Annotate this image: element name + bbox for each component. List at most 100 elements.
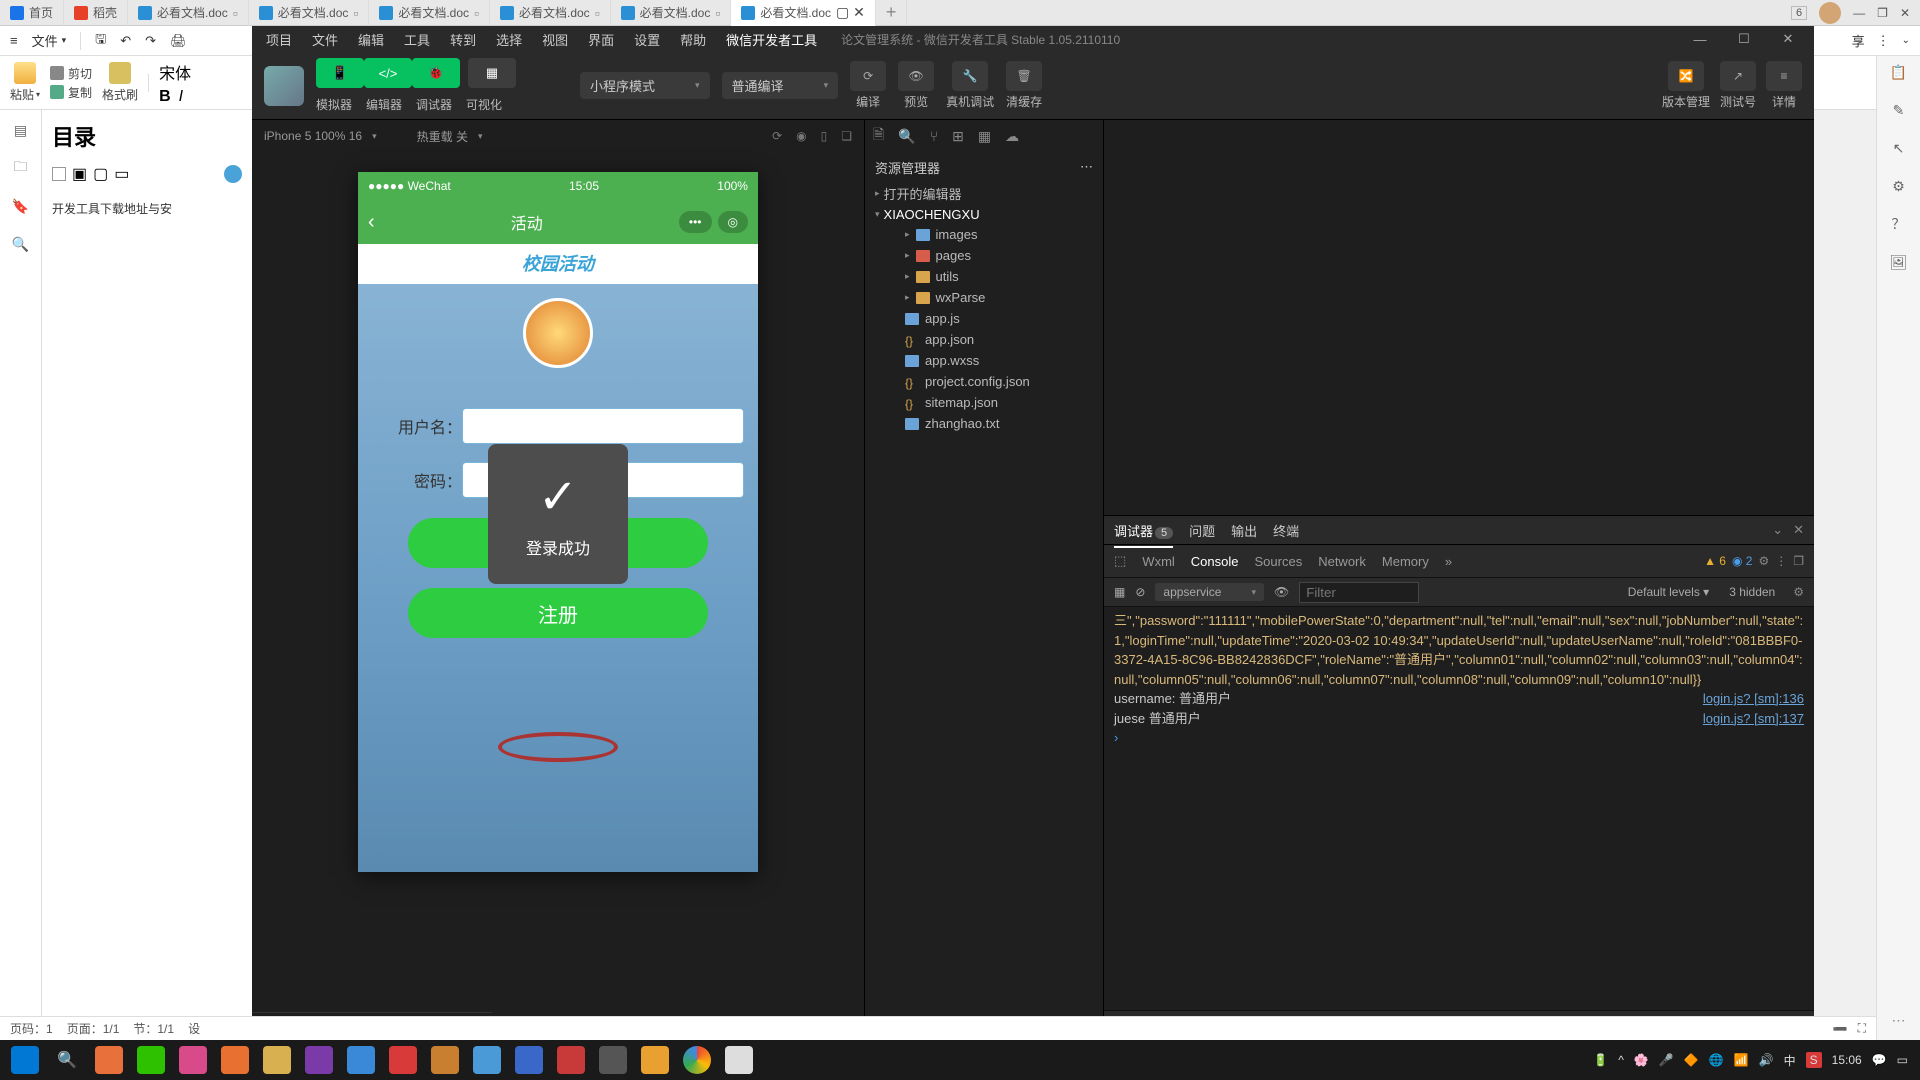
- editor-toggle[interactable]: </>: [364, 58, 412, 88]
- device-select[interactable]: iPhone 5 100% 16: [264, 129, 362, 143]
- tray-lang[interactable]: 中: [1784, 1052, 1796, 1069]
- eye-icon[interactable]: 👁: [1274, 585, 1289, 599]
- warning-count[interactable]: ▲ 6: [1704, 554, 1726, 568]
- devtab-console[interactable]: Console: [1191, 550, 1239, 573]
- file-project-config[interactable]: {}project.config.json: [865, 371, 1103, 392]
- font-select[interactable]: 宋体: [159, 60, 191, 84]
- tab-doc-2[interactable]: 必看文档.doc▫: [249, 0, 370, 26]
- menu-select[interactable]: 选择: [486, 30, 532, 49]
- taskbar-app-4[interactable]: [298, 1040, 340, 1080]
- phone-close-capsule[interactable]: ◎: [718, 211, 748, 233]
- expand-icon[interactable]: ▣: [72, 164, 87, 184]
- console-sidebar-icon[interactable]: ▦: [1114, 585, 1125, 599]
- outline-item[interactable]: 开发工具下载地址与安: [52, 200, 242, 217]
- taskbar-app-9[interactable]: [508, 1040, 550, 1080]
- username-input[interactable]: [462, 408, 744, 444]
- menu-project[interactable]: 项目: [256, 30, 302, 49]
- more-options-icon[interactable]: ⋯: [1889, 1010, 1909, 1030]
- version-mgmt-button[interactable]: 🔀: [1668, 61, 1704, 91]
- console-link-2[interactable]: login.js? [sm]:137: [1703, 709, 1804, 729]
- clear-console-icon[interactable]: ⊘: [1135, 585, 1145, 599]
- menu-edit[interactable]: 编辑: [348, 30, 394, 49]
- fullscreen-icon[interactable]: ⛶: [1858, 1021, 1866, 1036]
- save-icon[interactable]: 🖫: [95, 30, 106, 52]
- taskbar-app-7[interactable]: [424, 1040, 466, 1080]
- tray-volume-icon[interactable]: 🔊: [1759, 1053, 1774, 1067]
- tab-problems[interactable]: 问题: [1189, 521, 1215, 540]
- tab-dockershell[interactable]: 稻壳: [64, 0, 128, 26]
- file-app-json[interactable]: {}app.json: [865, 329, 1103, 350]
- zoom-out-icon[interactable]: ➖: [1833, 1022, 1848, 1036]
- more-tabs-icon[interactable]: »: [1445, 554, 1452, 569]
- console-gear-icon[interactable]: ⚙: [1793, 585, 1804, 599]
- compile-dropdown[interactable]: 普通编译▾: [722, 72, 839, 99]
- tray-action-center-icon[interactable]: ▭: [1897, 1053, 1908, 1067]
- file-app-wxss[interactable]: app.wxss: [865, 350, 1103, 371]
- tab-terminal[interactable]: 终端: [1273, 521, 1299, 540]
- taskbar-app-8[interactable]: [466, 1040, 508, 1080]
- menu-help[interactable]: 帮助: [670, 30, 716, 49]
- format-painter-button[interactable]: 格式刷: [102, 62, 138, 103]
- folder-utils[interactable]: ▸utils: [865, 266, 1103, 287]
- filter-input[interactable]: [1299, 582, 1419, 603]
- explorer-git-icon[interactable]: ⑂: [930, 128, 938, 144]
- menu-wechat-devtools[interactable]: 微信开发者工具: [716, 30, 827, 49]
- clear-cache-button[interactable]: 🗑: [1006, 61, 1042, 91]
- italic-button[interactable]: I: [179, 88, 183, 106]
- explorer-more-icon[interactable]: ⋯: [1080, 159, 1093, 175]
- taskbar-app-5[interactable]: [340, 1040, 382, 1080]
- project-root[interactable]: ▾XIAOCHENGXU: [865, 205, 1103, 224]
- details-button[interactable]: ≡: [1766, 61, 1802, 91]
- copy-button[interactable]: 复制: [50, 84, 92, 101]
- help-icon[interactable]: ？: [1889, 214, 1909, 234]
- undo-icon[interactable]: ↶: [120, 33, 131, 49]
- folder-icon[interactable]: 🗀: [11, 158, 31, 178]
- gear-icon[interactable]: ⚙: [1758, 554, 1769, 568]
- hot-reload-select[interactable]: 热重载 关: [417, 128, 468, 145]
- close-icon[interactable]: ✕: [1900, 6, 1910, 20]
- folder-pages[interactable]: ▸pages: [865, 245, 1103, 266]
- paste-button[interactable]: 粘贴▾: [10, 62, 40, 103]
- doc-view-icon[interactable]: ▤: [11, 120, 31, 140]
- close-panel-icon[interactable]: ✕: [1793, 522, 1804, 538]
- image-icon[interactable]: 🖼: [1889, 252, 1909, 272]
- bold-button[interactable]: B: [159, 88, 171, 106]
- console-link-1[interactable]: login.js? [sm]:136: [1703, 689, 1804, 709]
- phone-back-button[interactable]: ‹: [368, 211, 375, 234]
- split-icon[interactable]: ❏: [841, 129, 852, 143]
- device-icon[interactable]: ▯: [821, 129, 828, 143]
- taskbar-search-icon[interactable]: 🔍: [46, 1040, 88, 1080]
- tab-doc-4[interactable]: 必看文档.doc▫: [490, 0, 611, 26]
- kebab-icon[interactable]: ⋮: [1775, 554, 1787, 568]
- file-app-js[interactable]: app.js: [865, 308, 1103, 329]
- open-editors-section[interactable]: ▸打开的编辑器: [865, 182, 1103, 205]
- taskbar-app-10[interactable]: [592, 1040, 634, 1080]
- tray-icon-2[interactable]: 🎤: [1659, 1053, 1674, 1067]
- tab-doc-6[interactable]: 必看文档.doc▢ ✕: [731, 0, 876, 26]
- test-number-button[interactable]: ↗: [1720, 61, 1756, 91]
- taskbar-chrome-icon[interactable]: [676, 1040, 718, 1080]
- redo-icon[interactable]: ↷: [145, 33, 156, 49]
- taskbar-file-explorer-icon[interactable]: [256, 1040, 298, 1080]
- cut-button[interactable]: 剪切: [50, 65, 92, 82]
- simulator-toggle[interactable]: 📱: [316, 58, 364, 88]
- console-prompt[interactable]: ›: [1114, 728, 1804, 748]
- context-select[interactable]: appservice▾: [1155, 583, 1264, 601]
- taskbar-clock[interactable]: 15:06: [1832, 1053, 1862, 1067]
- menu-file[interactable]: 文件: [302, 30, 348, 49]
- edit-icon[interactable]: ✎: [1889, 100, 1909, 120]
- print-icon[interactable]: 🖨: [170, 33, 187, 49]
- devtab-sources[interactable]: Sources: [1255, 550, 1303, 573]
- menu-tools[interactable]: 工具: [394, 30, 440, 49]
- tab-add[interactable]: +: [876, 0, 908, 26]
- tray-battery-icon[interactable]: 🔋: [1593, 1053, 1608, 1067]
- hamburger-icon[interactable]: ≡: [10, 33, 18, 48]
- visualize-toggle[interactable]: ▦: [468, 58, 516, 88]
- project-avatar-icon[interactable]: [264, 66, 304, 106]
- console-output[interactable]: 三","password":"111111","mobilePowerState…: [1104, 607, 1814, 1010]
- tab-debugger[interactable]: 调试器5: [1114, 521, 1173, 540]
- taskbar-app-1[interactable]: [88, 1040, 130, 1080]
- tray-icon-4[interactable]: 🌐: [1709, 1053, 1724, 1067]
- menu-goto[interactable]: 转到: [440, 30, 486, 49]
- file-menu[interactable]: 文件▾: [32, 31, 67, 50]
